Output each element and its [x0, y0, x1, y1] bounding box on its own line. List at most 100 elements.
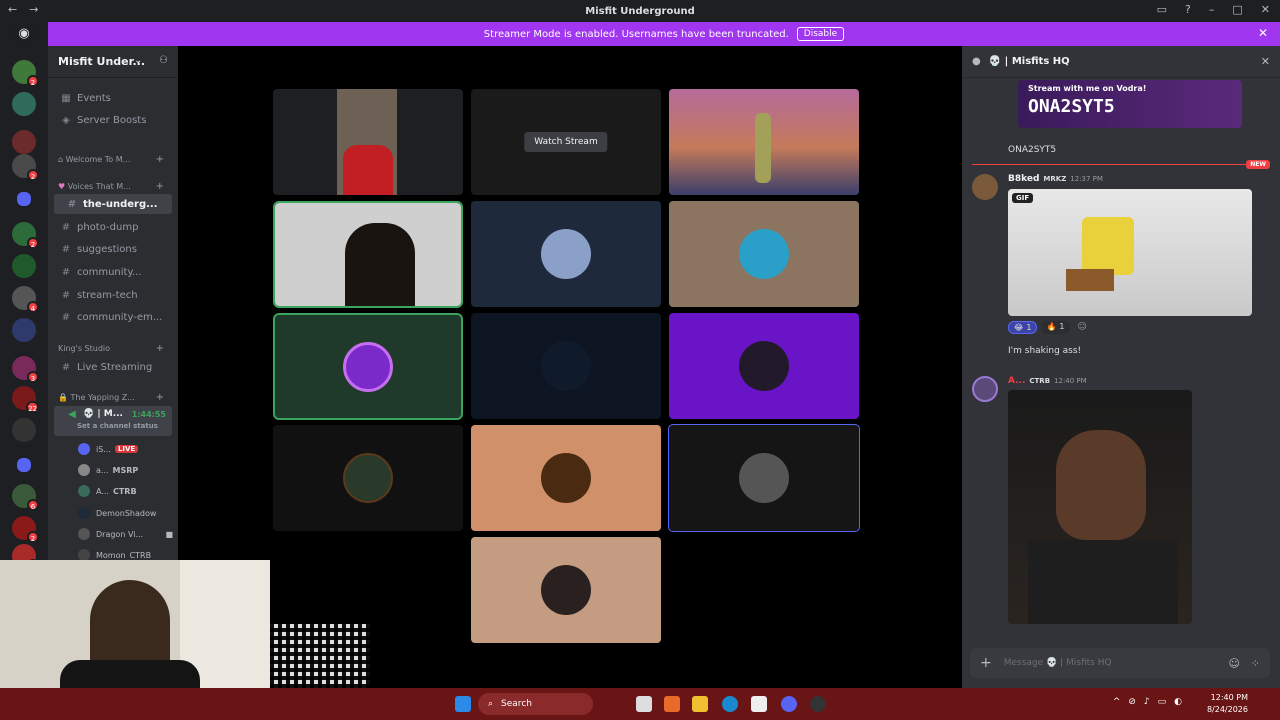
- gif-subject: [1082, 217, 1134, 275]
- video-tile-speaking[interactable]: [273, 201, 463, 308]
- sidebar-channel-the-underground[interactable]: # the-underg...: [54, 194, 172, 214]
- help-icon[interactable]: ?: [1185, 3, 1191, 16]
- server-icon[interactable]: 2: [12, 222, 39, 249]
- server-icon[interactable]: 2: [12, 154, 39, 181]
- user-tag: MSRP: [112, 465, 139, 475]
- file-explorer-icon[interactable]: [692, 696, 708, 712]
- server-icon[interactable]: 2: [12, 516, 39, 543]
- task-view-icon[interactable]: [636, 696, 652, 712]
- stream-tile[interactable]: Watch Stream: [471, 89, 661, 195]
- sidebar-channel-community-em[interactable]: # community-em...: [48, 307, 178, 327]
- close-icon[interactable]: ✕: [1261, 3, 1270, 16]
- voice-user[interactable]: Momon CTRB: [78, 546, 173, 560]
- server-icon[interactable]: [12, 130, 36, 154]
- sidebar-channel-photo-dump[interactable]: # photo-dump: [48, 217, 178, 237]
- stream-tile-game[interactable]: [669, 89, 859, 195]
- image-attachment[interactable]: [1008, 390, 1192, 624]
- taskbar-search[interactable]: ⌕ Search: [478, 693, 593, 715]
- server-icon[interactable]: 22: [12, 386, 39, 413]
- add-channel-icon[interactable]: +: [156, 181, 164, 192]
- reaction-button[interactable]: 🔥 1: [1041, 321, 1070, 334]
- avatar[interactable]: [972, 376, 998, 402]
- voice-user[interactable]: iS... LIVE: [78, 440, 173, 458]
- category-yapping-zone[interactable]: 🔒 The Yapping Z... +: [48, 390, 178, 404]
- soup-avatar-icon: [541, 453, 591, 503]
- invite-icon[interactable]: ⚇: [159, 55, 168, 66]
- voice-user[interactable]: Dragon Vi... ■: [78, 525, 173, 543]
- add-reaction-icon[interactable]: ☺: [1074, 321, 1091, 334]
- username[interactable]: B8ked: [1008, 174, 1039, 184]
- avatar-tile[interactable]: [273, 425, 463, 531]
- avatar: [541, 565, 591, 615]
- home-icon: ⌂: [58, 154, 66, 164]
- add-channel-icon[interactable]: +: [156, 343, 164, 354]
- category-kings-studio[interactable]: King's Studio +: [48, 341, 178, 355]
- server-icon[interactable]: [12, 92, 36, 116]
- avatar-tile[interactable]: [471, 313, 661, 419]
- voice-user[interactable]: A... CTRB: [78, 482, 173, 500]
- avatar: [343, 453, 393, 503]
- username[interactable]: A...: [1008, 376, 1025, 386]
- add-channel-icon[interactable]: +: [156, 154, 164, 165]
- channel-status-prompt[interactable]: Set a channel status: [54, 422, 172, 430]
- copilot-icon[interactable]: [664, 696, 680, 712]
- edge-icon[interactable]: [722, 696, 738, 712]
- gif-attachment[interactable]: GIF: [1008, 189, 1252, 316]
- server-icon[interactable]: 2: [12, 60, 39, 87]
- emoji-icon[interactable]: ☺: [1229, 657, 1240, 670]
- add-attachment-icon[interactable]: +: [980, 655, 992, 671]
- inbox-icon[interactable]: ▭: [1157, 3, 1167, 16]
- server-icon[interactable]: 4: [12, 286, 39, 313]
- voice-channel-name: M...: [103, 409, 123, 419]
- voice-user[interactable]: a... MSRP: [78, 461, 173, 479]
- folder-icon[interactable]: [17, 192, 31, 206]
- category-voices[interactable]: ♥ Voices That M... +: [48, 179, 178, 193]
- avatar-tile-speaking[interactable]: [273, 313, 463, 420]
- avatar-tile[interactable]: [669, 313, 859, 419]
- discord-home-icon[interactable]: ◉: [12, 26, 36, 44]
- disable-button[interactable]: Disable: [796, 27, 845, 41]
- clock[interactable]: 12:40 PM 8/24/2026: [1207, 692, 1248, 716]
- message-composer[interactable]: + Message 💀 | Misfits HQ ☺ ⁘: [970, 648, 1270, 678]
- avatar-tile[interactable]: [471, 425, 661, 531]
- discord-taskbar-icon[interactable]: [781, 696, 797, 712]
- server-icon[interactable]: 6: [12, 484, 39, 511]
- store-icon[interactable]: [751, 696, 767, 712]
- laugh-emoji-icon: 😂: [1014, 323, 1024, 332]
- server-icon[interactable]: [12, 254, 36, 278]
- avatar-tile[interactable]: [471, 201, 661, 307]
- sidebar-channel-community[interactable]: # community...: [48, 262, 178, 282]
- avatar-tile[interactable]: [668, 424, 860, 532]
- system-tray-icons[interactable]: ^⊘♪▭◐: [1113, 697, 1190, 707]
- avatar[interactable]: [972, 174, 998, 200]
- server-icon[interactable]: [12, 418, 36, 442]
- app-icon[interactable]: [810, 696, 826, 712]
- server-icon[interactable]: 3: [12, 356, 39, 383]
- chevron-down-icon[interactable]: ⌄: [134, 56, 142, 66]
- close-chat-icon[interactable]: ✕: [1261, 55, 1270, 68]
- minimize-icon[interactable]: –: [1209, 3, 1215, 16]
- sidebar-item-events[interactable]: ▦ Events: [48, 88, 178, 108]
- video-tile[interactable]: [273, 89, 463, 195]
- server-name-header[interactable]: Misfit Under... ⌄ ⚇: [48, 46, 178, 78]
- windows-start-icon[interactable]: [455, 696, 471, 712]
- voice-user[interactable]: DemonShadow: [78, 504, 173, 522]
- sidebar-channel-stream-tech[interactable]: # stream-tech: [48, 285, 178, 305]
- avatar-tile[interactable]: [669, 201, 859, 307]
- folder-icon[interactable]: [17, 458, 31, 472]
- apps-icon[interactable]: ⁘: [1251, 657, 1260, 670]
- server-icon[interactable]: [12, 318, 36, 342]
- reaction-button[interactable]: 😂 1: [1008, 321, 1038, 334]
- voice-stage-grid: Watch Stream: [178, 46, 955, 688]
- banner-close-icon[interactable]: ✕: [1258, 26, 1268, 40]
- watch-stream-button[interactable]: Watch Stream: [524, 132, 608, 152]
- promo-image[interactable]: Stream with me on Vodra! ONA2SYT5: [1018, 80, 1242, 128]
- category-welcome[interactable]: ⌂ Welcome To M... +: [48, 152, 178, 166]
- sidebar-item-server-boosts[interactable]: ◈ Server Boosts: [48, 110, 178, 130]
- voice-channel-active[interactable]: ◀ 💀 | M... 1:44:55 Set a channel status: [54, 406, 172, 436]
- sidebar-channel-live-streaming[interactable]: # Live Streaming: [48, 357, 178, 377]
- sidebar-channel-suggestions[interactable]: # suggestions: [48, 239, 178, 259]
- avatar-tile[interactable]: [471, 537, 661, 643]
- add-channel-icon[interactable]: +: [156, 392, 164, 403]
- maximize-icon[interactable]: □: [1232, 3, 1242, 16]
